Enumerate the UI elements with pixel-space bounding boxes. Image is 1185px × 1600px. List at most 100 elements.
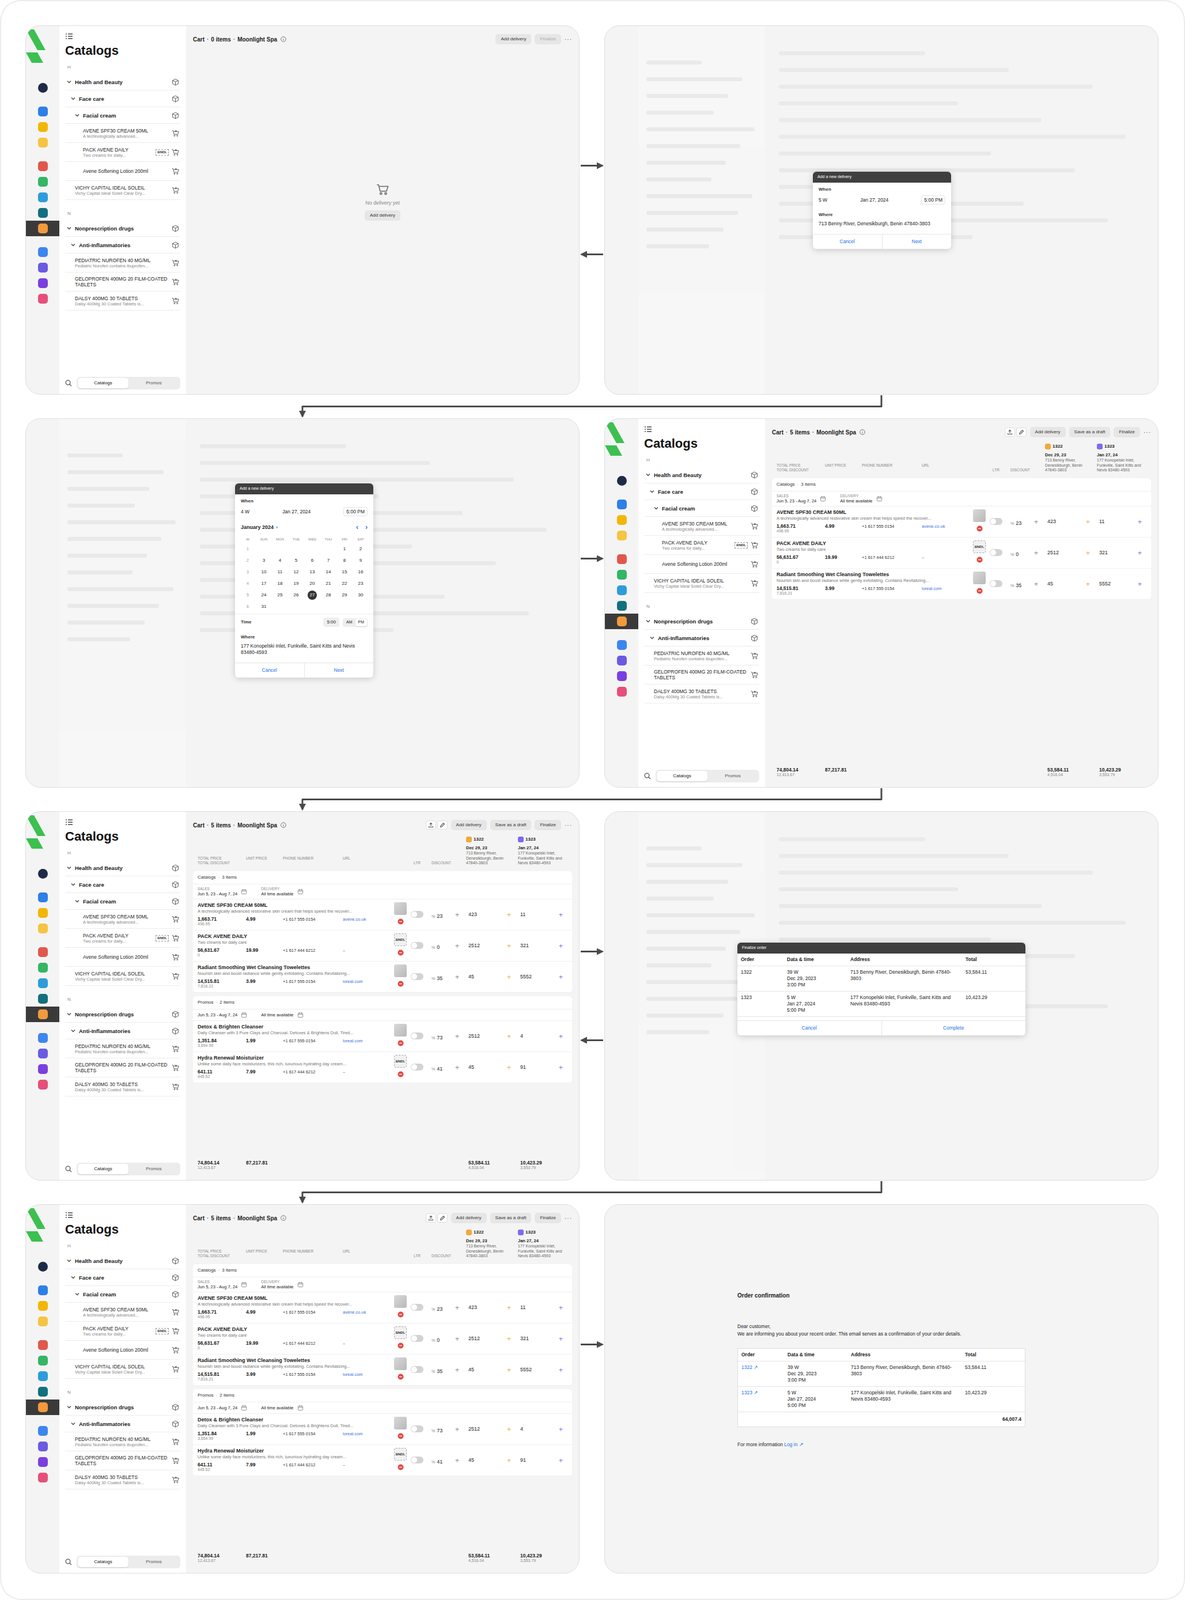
add-quantity-button[interactable]: + <box>558 911 563 919</box>
increase-button[interactable]: + <box>455 1064 460 1071</box>
date-value[interactable]: Jan 27, 2024 <box>282 508 311 516</box>
category-item[interactable]: Facial cream <box>65 107 181 124</box>
url-link[interactable]: loreal.com <box>342 1371 389 1378</box>
increase-button[interactable]: + <box>455 1366 460 1374</box>
quantity[interactable]: 91 <box>520 1063 526 1072</box>
toggle[interactable] <box>410 941 424 949</box>
calendar-day[interactable]: 7 <box>323 555 333 566</box>
address-value[interactable]: 177 Konopelski Inlet, Funkville, Saint K… <box>240 642 368 656</box>
category-item[interactable]: Anti-Inflammatories <box>644 629 760 647</box>
order-link[interactable]: 1322 ↗ <box>741 1364 759 1370</box>
action-button[interactable]: Finalize <box>534 33 562 45</box>
rail-item[interactable] <box>25 220 60 237</box>
category-item[interactable]: Face care <box>65 1269 181 1286</box>
product-item[interactable]: Avene Softening Lotion 200ml <box>65 161 181 181</box>
date-chip[interactable]: SALESJun 5, 23 - Aug 7, 24 <box>197 886 248 897</box>
date-value[interactable]: Jan 27, 2024 <box>860 196 889 204</box>
quantity[interactable]: 321 <box>1099 549 1108 558</box>
calendar-day[interactable]: 8 <box>339 555 350 566</box>
rail-item[interactable] <box>604 512 639 528</box>
more-button[interactable]: ··· <box>564 35 573 44</box>
delivery-column[interactable]: 1323Jan 27, 24177 Konopelski Inlet, Funk… <box>515 835 568 866</box>
date-chip[interactable]: DELIVERYAll time available <box>260 886 304 897</box>
url-link[interactable]: loreal.com <box>342 978 389 985</box>
rail-item[interactable] <box>25 1297 60 1314</box>
quantity[interactable]: 423 <box>468 1303 477 1312</box>
action-button[interactable]: Save as a draft <box>490 1212 532 1224</box>
discount-amount[interactable]: 35 <box>1015 582 1022 589</box>
quantity[interactable]: 5552 <box>1099 580 1111 589</box>
toggle[interactable] <box>410 1032 424 1040</box>
product-item[interactable]: Avene Softening Lotion 200ml <box>65 947 181 967</box>
product-item[interactable]: DALSY 400MG 30 TABLETSDalsy 400Mg 30 Coa… <box>65 1470 181 1490</box>
increase-button[interactable]: + <box>455 942 460 950</box>
category-item[interactable]: Face care <box>65 876 181 893</box>
increase-button[interactable]: + <box>1034 549 1039 557</box>
cancel-button[interactable]: Cancel <box>235 663 305 678</box>
action-button[interactable]: Finalize <box>534 819 562 831</box>
add-quantity-button[interactable]: + <box>506 973 511 981</box>
rail-item[interactable] <box>25 134 60 151</box>
category-item[interactable]: Health and Beauty <box>644 466 760 484</box>
rail-item[interactable] <box>25 1045 60 1062</box>
add-quantity-button[interactable]: + <box>558 1335 563 1343</box>
view-tab[interactable]: Catalogs <box>77 1556 129 1567</box>
product-item[interactable]: AVENE SPF30 CREAM 50MLA technologically … <box>65 1302 181 1322</box>
toggle[interactable] <box>989 517 1003 525</box>
delivery-column[interactable]: 1322Dec 29, 23713 Benny River, Denesikbu… <box>463 1228 516 1259</box>
delivery-column[interactable]: 1323Jan 27, 24177 Konopelski Inlet, Funk… <box>1094 443 1147 473</box>
more-button[interactable]: ··· <box>564 820 573 830</box>
url-link[interactable]: – <box>342 1461 389 1468</box>
toggle[interactable] <box>410 1303 424 1311</box>
rail-item[interactable] <box>25 1258 60 1275</box>
add-quantity-button[interactable]: + <box>1085 580 1090 588</box>
time-value[interactable]: 5:00 PM <box>921 195 946 206</box>
add-quantity-button[interactable]: + <box>506 1366 511 1374</box>
category-item[interactable]: Anti-Inflammatories <box>65 1022 181 1040</box>
quantity[interactable]: 2512 <box>468 941 480 950</box>
discount-amount[interactable]: 73 <box>436 1034 443 1041</box>
rail-item[interactable] <box>25 290 60 307</box>
product-item[interactable]: GELOPROFEN 400MG 20 FILM-COATED TABLETS <box>644 665 760 685</box>
increase-button[interactable]: + <box>455 1032 460 1040</box>
toggle[interactable] <box>410 1425 424 1433</box>
discount-amount[interactable]: 35 <box>436 975 443 982</box>
add-quantity-button[interactable]: + <box>506 1425 511 1433</box>
calendar-day[interactable]: 18 <box>275 578 285 589</box>
rail-item[interactable] <box>604 652 639 669</box>
add-quantity-button[interactable]: + <box>558 973 563 981</box>
discount-amount[interactable]: 41 <box>436 1065 443 1072</box>
rail-item[interactable] <box>25 1006 60 1022</box>
toggle[interactable] <box>410 910 424 918</box>
quantity[interactable]: 45 <box>468 1365 475 1374</box>
product-item[interactable]: Avene Softening Lotion 200ml <box>65 1340 181 1360</box>
edit-icon[interactable] <box>437 820 448 830</box>
product-item[interactable]: PEDIATRIC NUROFEN 40 MG/MLPediatric Nuro… <box>644 646 760 666</box>
rail-item[interactable] <box>604 551 639 567</box>
rail-item[interactable] <box>604 613 639 630</box>
rail-item[interactable] <box>25 173 60 190</box>
quantity[interactable]: 423 <box>1047 517 1056 526</box>
rail-item[interactable] <box>25 103 60 120</box>
address-value[interactable]: 713 Benny River, Denesikburgh, Benin 478… <box>818 220 946 227</box>
product-item[interactable]: AVENE SPF30 CREAM 50MLA technologically … <box>65 123 181 143</box>
toggle[interactable] <box>410 1456 424 1464</box>
product-item[interactable]: PEDIATRIC NUROFEN 40 MG/MLPediatric Nuro… <box>65 1432 181 1452</box>
quantity[interactable]: 423 <box>468 910 477 919</box>
url-link[interactable]: – <box>921 554 968 561</box>
rail-item[interactable] <box>25 205 60 221</box>
meridiem-option[interactable]: PM <box>355 618 368 627</box>
category-item[interactable]: Facial cream <box>65 1285 181 1303</box>
calendar-day[interactable]: 26 <box>291 590 301 600</box>
edit-icon[interactable] <box>1016 427 1027 437</box>
discount-amount[interactable]: 23 <box>1015 520 1022 526</box>
url-link[interactable]: avene.co.uk <box>342 1308 389 1316</box>
date-chip[interactable]: SALESJun 5, 23 - Aug 7, 24 <box>197 1279 248 1290</box>
meridiem-option[interactable]: AM <box>343 618 356 627</box>
time-value[interactable]: 5:00 PM <box>343 506 368 517</box>
calendar-day[interactable]: 12 <box>291 567 301 577</box>
calendar-day[interactable]: 24 <box>259 590 269 600</box>
category-item[interactable]: Nonprescription drugs <box>65 1398 181 1416</box>
discount-amount[interactable]: 35 <box>436 1368 443 1374</box>
product-item[interactable]: DALSY 400MG 30 TABLETSDalsy 400Mg 30 Coa… <box>65 291 181 311</box>
